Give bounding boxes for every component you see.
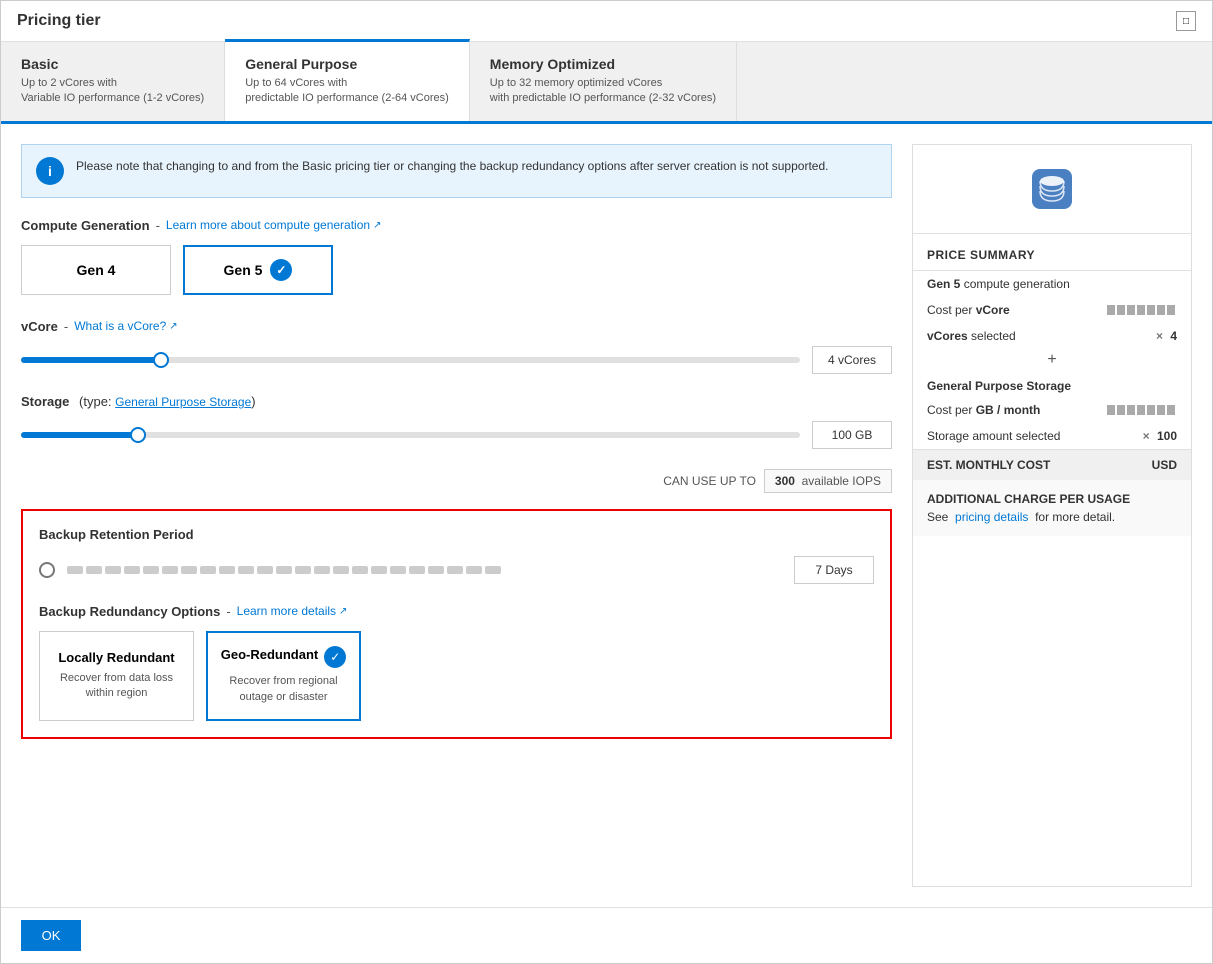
price-summary-panel: PRICE SUMMARY Gen 5 compute generation C… xyxy=(912,144,1192,887)
compute-generation-section: Compute Generation - Learn more about co… xyxy=(21,218,892,295)
locally-redundant-button[interactable]: Locally Redundant Recover from data loss… xyxy=(39,631,194,721)
price-vcost-label: Cost per vCore xyxy=(927,303,1010,317)
storage-type-link[interactable]: General Purpose Storage xyxy=(115,395,251,409)
redundancy-label: Backup Redundancy Options - Learn more d… xyxy=(39,604,874,619)
price-storage-row: Storage amount selected × 100 xyxy=(913,423,1191,449)
locally-redundant-desc: Recover from data losswithin region xyxy=(60,671,173,702)
redundancy-link[interactable]: Learn more details ↗ xyxy=(237,604,348,618)
price-summary-title: PRICE SUMMARY xyxy=(913,234,1191,271)
price-vcost-value xyxy=(1107,305,1177,315)
redundancy-external-icon: ↗ xyxy=(339,606,347,617)
info-banner: i Please note that changing to and from … xyxy=(21,144,892,198)
storage-slider-row: 100 GB xyxy=(21,421,892,449)
tab-general-purpose[interactable]: General Purpose Up to 64 vCores withpred… xyxy=(225,39,470,121)
iops-row: CAN USE UP TO 300 available IOPS xyxy=(21,469,892,493)
iops-box: 300 available IOPS xyxy=(764,469,892,493)
retention-slider-thumb[interactable] xyxy=(39,562,55,578)
vcore-section: vCore - What is a vCore? ↗ 4 vCores xyxy=(21,319,892,374)
tab-basic-name: Basic xyxy=(21,56,204,72)
compute-generation-label: Compute Generation - Learn more about co… xyxy=(21,218,892,233)
geo-redundant-name: Geo-Redundant xyxy=(221,647,319,662)
price-vcost-row: Cost per vCore xyxy=(913,297,1191,323)
price-storage-label: Storage amount selected xyxy=(927,429,1060,443)
gen4-button[interactable]: Gen 4 xyxy=(21,245,171,295)
geo-redundant-check-icon: ✓ xyxy=(324,646,346,668)
additional-charge-text: See pricing details for more detail. xyxy=(927,510,1177,524)
db-icon xyxy=(1024,161,1080,217)
storage-slider-thumb[interactable] xyxy=(130,427,146,443)
info-icon: i xyxy=(36,157,64,185)
tab-memory-desc: Up to 32 memory optimized vCoreswith pre… xyxy=(490,76,716,107)
geo-redundant-header: Geo-Redundant ✓ xyxy=(221,646,347,668)
retention-slider-track[interactable] xyxy=(67,566,782,574)
price-gbcost-row: Cost per GB / month xyxy=(913,397,1191,423)
price-gbcost-value xyxy=(1107,405,1177,415)
pricing-details-link[interactable]: pricing details xyxy=(955,510,1028,524)
dialog-body: i Please note that changing to and from … xyxy=(1,124,1212,907)
tab-memory-optimized[interactable]: Memory Optimized Up to 32 memory optimiz… xyxy=(470,42,737,121)
tab-basic-desc: Up to 2 vCores withVariable IO performan… xyxy=(21,76,204,107)
backup-retention-slider: 7 Days xyxy=(39,556,874,584)
storage-slider-track[interactable] xyxy=(21,432,800,438)
price-vcores-value: × 4 xyxy=(1152,329,1177,343)
main-panel: i Please note that changing to and from … xyxy=(21,144,892,887)
tier-tabs: Basic Up to 2 vCores withVariable IO per… xyxy=(1,42,1212,124)
vcore-external-icon: ↗ xyxy=(169,321,177,332)
locally-redundant-name: Locally Redundant xyxy=(58,650,174,665)
backup-section: Backup Retention Period xyxy=(21,509,892,739)
ok-button[interactable]: OK xyxy=(21,920,81,951)
price-gen-label: Gen 5 compute generation xyxy=(927,277,1070,291)
vcore-slider-thumb[interactable] xyxy=(153,352,169,368)
vcore-link[interactable]: What is a vCore? ↗ xyxy=(74,319,177,333)
price-gen-row: Gen 5 compute generation xyxy=(913,271,1191,297)
storage-section-header: General Purpose Storage xyxy=(913,371,1191,397)
gen5-button[interactable]: Gen 5 ✓ xyxy=(183,245,333,295)
info-text: Please note that changing to and from th… xyxy=(76,157,828,175)
est-monthly-cost-row: EST. MONTHLY COST USD xyxy=(913,449,1191,480)
dialog-close-button[interactable]: □ xyxy=(1176,11,1196,31)
geo-redundant-desc: Recover from regionaloutage or disaster xyxy=(229,674,337,705)
price-storage-value: × 100 xyxy=(1139,429,1177,443)
dialog-title: Pricing tier xyxy=(17,12,101,30)
price-vcores-row: vCores selected × 4 xyxy=(913,323,1191,349)
tab-memory-name: Memory Optimized xyxy=(490,56,716,72)
vcore-value-box: 4 vCores xyxy=(812,346,892,374)
est-value: USD xyxy=(1148,458,1177,472)
geo-redundant-button[interactable]: Geo-Redundant ✓ Recover from regionalout… xyxy=(206,631,361,721)
gen5-check-icon: ✓ xyxy=(270,259,292,281)
dialog-footer: OK xyxy=(1,907,1212,963)
dialog-titlebar: Pricing tier □ xyxy=(1,1,1212,42)
est-label: EST. MONTHLY COST xyxy=(927,458,1050,472)
vcore-slider-fill xyxy=(21,357,161,363)
price-panel-header xyxy=(913,145,1191,234)
backup-retention-label: Backup Retention Period xyxy=(39,527,874,542)
gen-buttons: Gen 4 Gen 5 ✓ xyxy=(21,245,892,295)
tab-general-desc: Up to 64 vCores withpredictable IO perfo… xyxy=(245,76,449,107)
pricing-tier-dialog: Pricing tier □ Basic Up to 2 vCores with… xyxy=(0,0,1213,964)
additional-charge: ADDITIONAL CHARGE PER USAGE See pricing … xyxy=(913,480,1191,536)
storage-section: Storage (type: General Purpose Storage) … xyxy=(21,394,892,449)
redundancy-buttons: Locally Redundant Recover from data loss… xyxy=(39,631,874,721)
storage-value-box: 100 GB xyxy=(812,421,892,449)
tab-basic[interactable]: Basic Up to 2 vCores withVariable IO per… xyxy=(1,42,225,121)
plus-sign: + xyxy=(913,349,1191,371)
price-vcores-label: vCores selected xyxy=(927,329,1016,343)
vcore-label: vCore - What is a vCore? ↗ xyxy=(21,319,892,334)
compute-generation-link[interactable]: Learn more about compute generation ↗ xyxy=(166,218,382,232)
vcore-slider-track[interactable] xyxy=(21,357,800,363)
vcore-slider-row: 4 vCores xyxy=(21,346,892,374)
tab-general-name: General Purpose xyxy=(245,56,449,72)
retention-value-box: 7 Days xyxy=(794,556,874,584)
storage-slider-fill xyxy=(21,432,138,438)
price-gbcost-label: Cost per GB / month xyxy=(927,403,1040,417)
external-link-icon: ↗ xyxy=(373,220,381,231)
additional-charge-title: ADDITIONAL CHARGE PER USAGE xyxy=(927,492,1177,506)
storage-label: Storage (type: General Purpose Storage) xyxy=(21,394,892,409)
